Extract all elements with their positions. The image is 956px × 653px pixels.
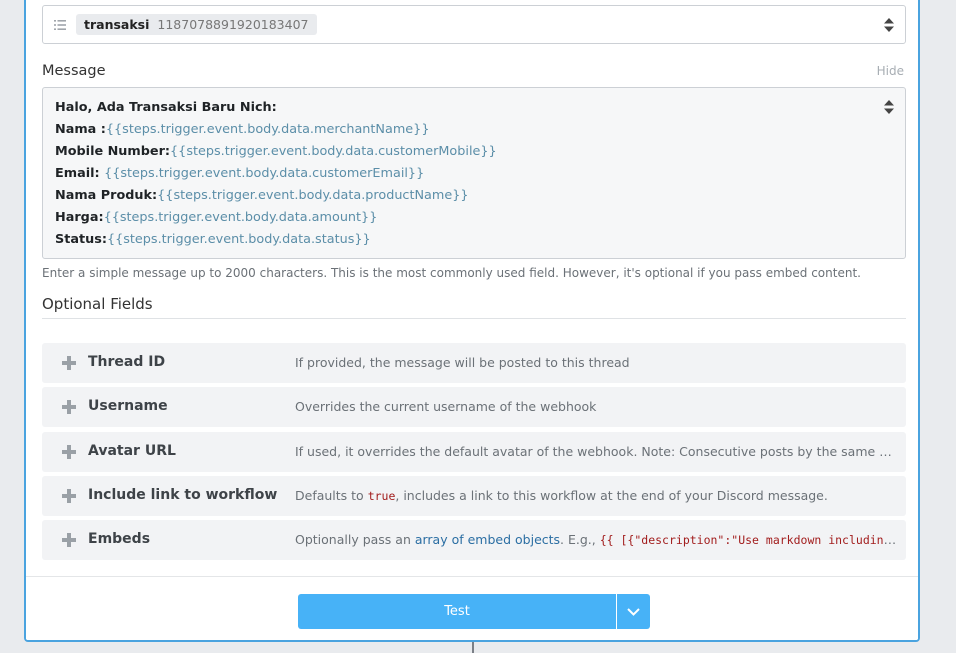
step-tag: transaksi 1187078891920183407 [76,14,317,35]
optional-field-avatar-url[interactable]: Avatar URL If used, it overrides the def… [42,432,906,472]
optional-field-desc: Optionally pass an array of embed object… [295,532,897,547]
list-icon [54,20,66,30]
optional-field-embeds[interactable]: Embeds Optionally pass an array of embed… [42,520,906,560]
optional-field-desc: Defaults to true, includes a link to thi… [295,488,897,503]
optional-field-name: Avatar URL [88,443,176,459]
chevron-down-icon [627,608,640,616]
message-line-key: Halo, Ada Transaksi Baru Nich: [55,100,277,115]
card-footer: Test [26,576,918,640]
desc-text: , includes a link to this workflow at th… [395,488,828,503]
plus-icon [62,400,76,414]
sort-arrows-icon[interactable] [884,18,894,32]
optional-field-name: Embeds [88,531,151,547]
message-line: Nama :{{steps.trigger.event.body.data.me… [55,119,893,141]
message-line-key: Nama Produk: [55,188,158,203]
optional-field-thread-id[interactable]: Thread ID If provided, the message will … [42,343,906,383]
plus-icon [62,356,76,370]
optional-field-name: Include link to workflow [88,487,278,503]
message-line-value: {{steps.trigger.event.body.data.customer… [170,144,497,159]
message-line: Status:{{steps.trigger.event.body.data.s… [55,229,893,251]
optional-fields-title: Optional Fields [42,295,906,319]
message-label: Message [42,63,106,79]
desc-text: Optionally pass an [295,532,415,547]
message-line-value: {{steps.trigger.event.body.data.status}} [106,232,371,247]
desc-text: Defaults to [295,488,368,503]
message-line-key: Email: [55,166,105,181]
message-textarea[interactable]: Halo, Ada Transaksi Baru Nich: Nama :{{s… [42,87,906,259]
desc-text: . E.g., [560,532,600,547]
optional-field-username[interactable]: Username Overrides the current username … [42,387,906,427]
step-select[interactable]: transaksi 1187078891920183407 [42,5,906,44]
message-line-value: {{steps.trigger.event.body.data.amount}} [103,210,378,225]
test-dropdown-button[interactable] [617,594,650,629]
message-line-key: Harga: [55,210,104,225]
optional-field-name: Username [88,398,168,414]
message-line-value: {{steps.trigger.event.body.data.merchant… [105,122,430,137]
message-line-value: {{steps.trigger.event.body.data.customer… [104,166,425,181]
message-line-key: Mobile Number: [55,144,171,159]
message-line: Harga:{{steps.trigger.event.body.data.am… [55,207,893,229]
sort-arrows-icon[interactable] [884,100,894,114]
message-line-value: {{steps.trigger.event.body.data.productN… [157,188,469,203]
step-tag-name: transaksi [84,17,150,32]
optional-field-include-link[interactable]: Include link to workflow Defaults to tru… [42,476,906,516]
plus-icon [62,489,76,503]
desc-code: true [367,489,396,503]
plus-icon [62,445,76,459]
step-tag-value: 1187078891920183407 [157,17,309,32]
message-line: Email: {{steps.trigger.event.body.data.c… [55,163,893,185]
optional-field-desc: If provided, the message will be posted … [295,355,630,370]
embed-objects-link[interactable]: array of embed objects [415,532,560,547]
message-line: Halo, Ada Transaksi Baru Nich: [55,97,893,119]
message-line-key: Status: [55,232,107,247]
message-line: Nama Produk:{{steps.trigger.event.body.d… [55,185,893,207]
optional-field-desc: If used, it overrides the default avatar… [295,444,897,459]
desc-code: {{ [{"description":"Use markdown includi… [599,533,897,547]
hide-link[interactable]: Hide [877,64,904,78]
step-config-card: transaksi 1187078891920183407 Message Hid… [24,0,920,642]
message-help-text: Enter a simple message up to 2000 charac… [42,266,861,280]
optional-field-name: Thread ID [88,354,166,370]
plus-icon [62,533,76,547]
message-line-key: Nama : [55,122,106,137]
test-button[interactable]: Test [298,594,616,629]
optional-field-desc: Overrides the current username of the we… [295,399,597,414]
message-line: Mobile Number:{{steps.trigger.event.body… [55,141,893,163]
